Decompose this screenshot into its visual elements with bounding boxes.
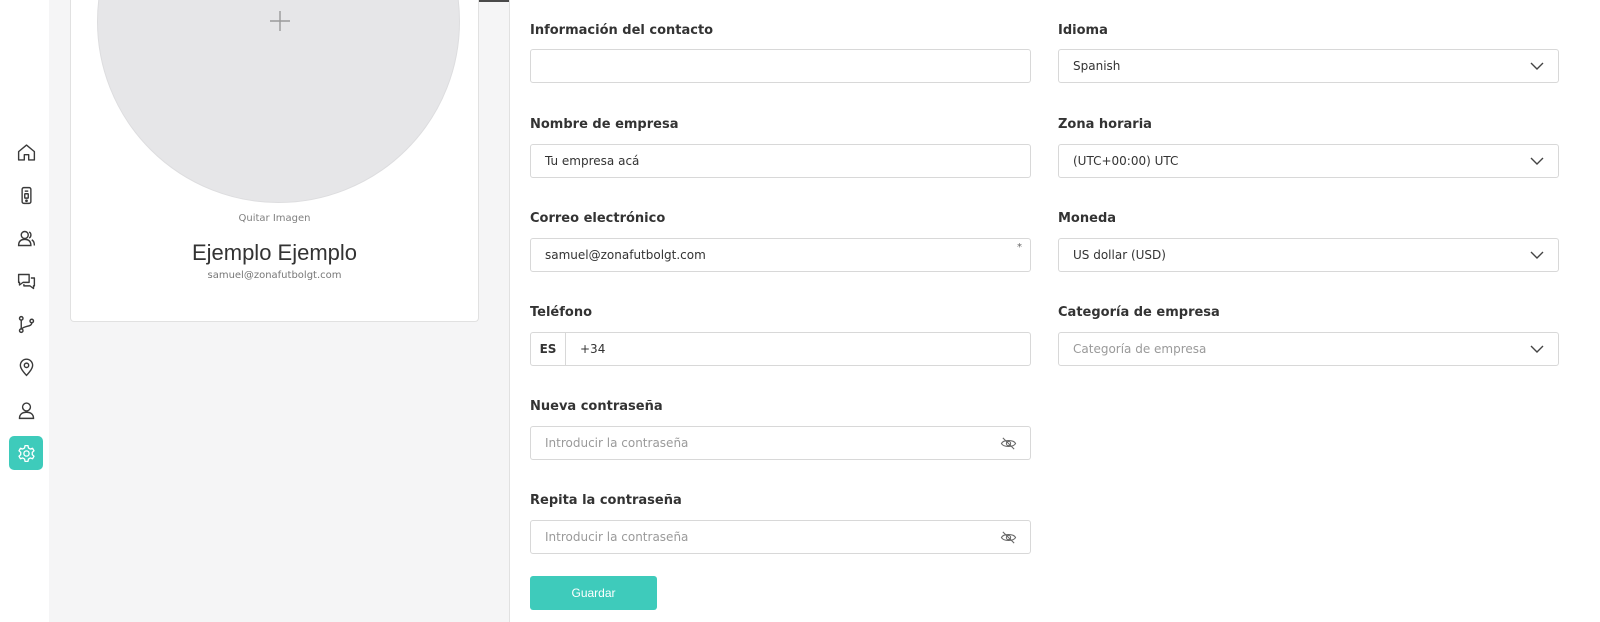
timezone-label: Zona horaria — [1058, 117, 1152, 132]
language-select[interactable]: Spanish — [1058, 49, 1559, 83]
phone-value: +34 — [580, 342, 606, 356]
new-password-input[interactable]: Introducir la contraseña — [530, 426, 1031, 460]
phone-input[interactable]: ES +34 — [530, 332, 1031, 366]
repeat-password-label: Repita la contraseña — [530, 493, 682, 508]
language-value: Spanish — [1073, 59, 1121, 73]
users-icon — [17, 230, 35, 246]
category-label: Categoría de empresa — [1058, 305, 1220, 320]
language-label: Idioma — [1058, 23, 1108, 38]
currency-select[interactable]: US dollar (USD) — [1058, 238, 1559, 272]
contact-info-input[interactable] — [530, 49, 1031, 83]
sidebar-item-settings[interactable] — [9, 436, 43, 470]
timezone-value: (UTC+00:00) UTC — [1073, 154, 1179, 168]
currency-label: Moneda — [1058, 211, 1117, 226]
contact-info-label: Información del contacto — [530, 23, 714, 38]
chevron-down-icon — [1530, 62, 1544, 70]
sidebar-item-locations[interactable] — [9, 350, 43, 384]
chevron-down-icon — [1530, 345, 1544, 353]
sidebar-item-chats[interactable] — [9, 264, 43, 298]
currency-value: US dollar (USD) — [1073, 248, 1166, 262]
repeat-password-placeholder: Introducir la contraseña — [545, 530, 689, 544]
email-label: Correo electrónico — [530, 211, 666, 226]
location-pin-icon — [19, 357, 33, 376]
remove-image-link[interactable]: Quitar Imagen — [71, 213, 478, 224]
category-select[interactable]: Categoría de empresa — [1058, 332, 1559, 366]
chevron-down-icon — [1530, 157, 1544, 165]
sidebar-item-home[interactable] — [9, 135, 43, 169]
phone-label: Teléfono — [530, 305, 593, 320]
user-icon — [18, 401, 34, 419]
chat-icon — [17, 273, 35, 289]
save-button[interactable]: Guardar — [530, 576, 657, 610]
sidebar — [0, 0, 49, 622]
phone-country-code[interactable]: ES — [531, 333, 566, 365]
mobile-icon — [20, 186, 32, 204]
chevron-down-icon — [1530, 251, 1544, 259]
new-password-placeholder: Introducir la contraseña — [545, 436, 689, 450]
email-input[interactable]: samuel@zonafutbolgt.com * — [530, 238, 1031, 272]
sidebar-item-contacts[interactable] — [9, 221, 43, 255]
avatar[interactable] — [97, 0, 460, 203]
new-password-label: Nueva contraseña — [530, 399, 663, 414]
home-icon — [17, 143, 35, 161]
eye-off-icon[interactable] — [1000, 530, 1017, 545]
timezone-select[interactable]: (UTC+00:00) UTC — [1058, 144, 1559, 178]
required-mark: * — [1017, 242, 1022, 253]
plus-icon[interactable] — [269, 10, 291, 32]
sidebar-item-devices[interactable] — [9, 178, 43, 212]
sidebar-item-flows[interactable] — [9, 307, 43, 341]
profile-name: Ejemplo Ejemplo — [191, 240, 358, 265]
company-name-value: Tu empresa acá — [545, 154, 640, 168]
profile-email: samuel@zonafutbolgt.com — [207, 270, 342, 281]
email-value: samuel@zonafutbolgt.com — [545, 248, 706, 262]
company-name-label: Nombre de empresa — [530, 117, 679, 132]
profile-card: Quitar Imagen Ejemplo Ejemplo samuel@zon… — [70, 0, 479, 322]
category-placeholder: Categoría de empresa — [1073, 342, 1207, 356]
git-branch-icon — [18, 315, 34, 333]
company-name-input[interactable]: Tu empresa acá — [530, 144, 1031, 178]
repeat-password-input[interactable]: Introducir la contraseña — [530, 520, 1031, 554]
gear-icon — [17, 444, 35, 462]
eye-off-icon[interactable] — [1000, 436, 1017, 451]
sidebar-item-profile[interactable] — [9, 393, 43, 427]
